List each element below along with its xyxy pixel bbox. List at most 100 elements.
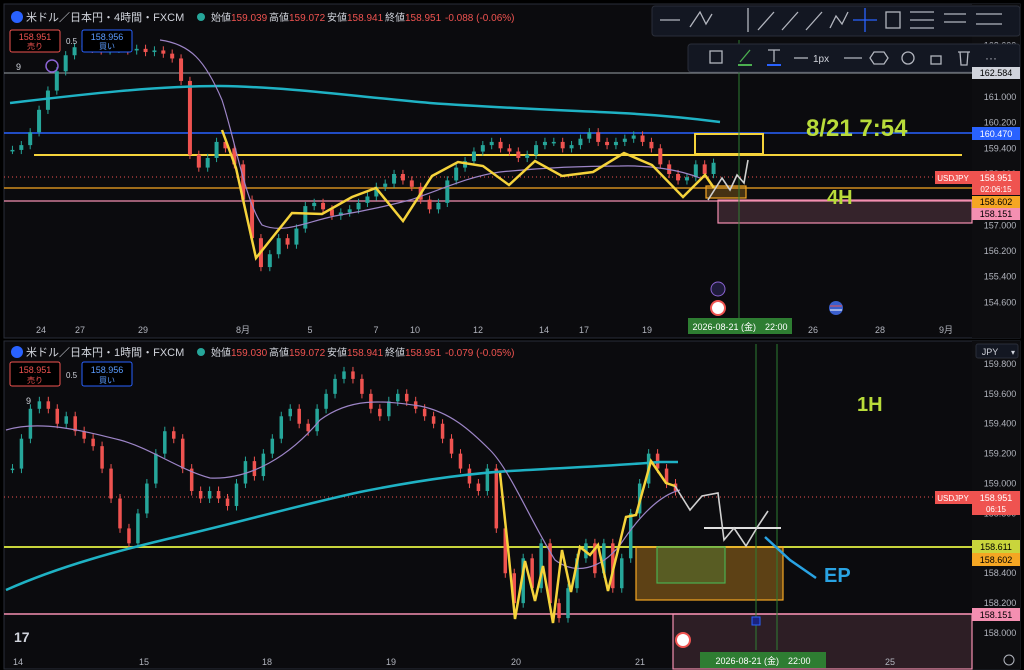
ohlc-close-label-1h: 終値 — [385, 346, 405, 359]
candle-body — [196, 154, 201, 168]
chart-workspace[interactable]: 154.600155.400156.200157.000157.800158.6… — [0, 0, 1024, 670]
svg-text:158.611: 158.611 — [980, 542, 1012, 552]
annotation-1h[interactable]: 1H — [857, 394, 883, 416]
candle-body — [351, 371, 355, 379]
time-tick-label: 14 — [539, 325, 549, 335]
candle-body — [187, 80, 192, 155]
candle — [37, 105, 42, 137]
economic-event-icon[interactable] — [710, 300, 726, 316]
candle-body — [622, 138, 627, 142]
candle-body — [170, 53, 175, 59]
tradingview-logo-icon[interactable]: 17 — [14, 629, 30, 645]
candle-body — [534, 145, 539, 155]
more-icon[interactable]: ··· — [985, 51, 997, 65]
drawing-toolbar[interactable] — [651, 5, 1021, 37]
buy-button-1h[interactable]: 158.956 買い — [81, 361, 133, 387]
time-tick-label: 12 — [473, 325, 483, 335]
candle-body — [64, 416, 68, 424]
candle-body — [369, 393, 373, 409]
ohlc-low: 158.941 — [347, 13, 384, 24]
candle-body — [498, 141, 503, 149]
candle — [19, 434, 24, 474]
candle-body — [557, 603, 561, 619]
lightning-event-icon[interactable] — [710, 281, 726, 297]
candle-body — [587, 132, 592, 139]
sell-button-1h[interactable]: 158.951 売り — [9, 361, 61, 387]
zone-box-green-1h[interactable] — [656, 546, 726, 584]
panel-1h[interactable]: 158.000158.200158.400158.600158.800159.0… — [3, 340, 1021, 670]
candle-body — [476, 483, 481, 492]
candle-body — [270, 438, 275, 454]
candle-body — [136, 513, 140, 544]
ohlc-change-1h: -0.079 (-0.05%) — [445, 348, 514, 359]
candle-body — [179, 58, 184, 81]
us-flag-icon[interactable] — [829, 301, 843, 315]
svg-text:2026-08-21 (金) 22:00: 2026-08-21 (金) 22:00 — [715, 655, 810, 666]
candle-body — [596, 132, 601, 142]
candle — [234, 479, 239, 511]
price-tick-label: 159.400 — [984, 419, 1017, 429]
drawing-settings-toolbar[interactable]: ··· 1px — [687, 43, 1021, 73]
buy-button-4h[interactable]: 158.956 買い — [81, 29, 133, 53]
symbol-header-1h[interactable]: 米ドル／日本円・1時間・FXCM 始値 159.030 高値 159.072 安… — [11, 345, 514, 359]
indicator-count-1h[interactable]: 9 — [26, 396, 31, 406]
price-tick-label: 158.400 — [984, 568, 1017, 578]
candle-body — [676, 174, 681, 181]
candle-body — [396, 393, 400, 402]
stroke-width-value[interactable]: 1px — [813, 54, 829, 65]
symbol-header-4h[interactable]: 米ドル／日本円・4時間・FXCM 始値 159.039 高値 159.072 安… — [11, 10, 514, 24]
indicator-count[interactable]: 9 — [16, 62, 21, 72]
candle — [494, 464, 499, 533]
candle-body — [180, 438, 185, 469]
candle-body — [422, 408, 427, 417]
candle-body — [516, 151, 521, 158]
spread-value: 0.5 — [66, 37, 78, 46]
candle-body — [19, 438, 24, 469]
price-tick-label: 154.600 — [984, 297, 1017, 307]
annotation-ep[interactable]: EP — [824, 565, 851, 587]
time-tick-label: 24 — [36, 325, 46, 335]
candle-body — [205, 157, 210, 168]
ohlc-close-label: 終値 — [385, 11, 405, 24]
candle — [303, 201, 308, 233]
candle-body — [145, 483, 149, 514]
price-tick-label: 159.000 — [984, 479, 1017, 489]
candle-body — [342, 371, 346, 379]
candle-body — [507, 148, 512, 152]
candle-body — [321, 202, 326, 210]
price-tick-label: 160.200 — [984, 118, 1017, 128]
ohlc-open-1h: 159.030 — [231, 348, 268, 359]
time-tick-label: 8月 — [236, 325, 250, 335]
candle-body — [620, 558, 624, 589]
time-tick-label: 9月 — [939, 325, 953, 335]
svg-text:2026-08-21 (金) 22:00: 2026-08-21 (金) 22:00 — [692, 321, 787, 332]
candle-body — [440, 423, 445, 439]
candle-body — [312, 202, 317, 207]
anchor-handle[interactable] — [751, 616, 761, 626]
fxcm-logo-icon — [11, 11, 23, 23]
price-tag-pink: 158.151 — [972, 208, 1020, 220]
candle-body — [73, 416, 77, 432]
annotation-4h[interactable]: 4H — [827, 187, 853, 209]
zone-box-orange[interactable] — [705, 185, 747, 199]
economic-event-icon-1h[interactable] — [675, 632, 691, 648]
candle-body — [392, 174, 397, 184]
candle — [118, 493, 122, 533]
currency-selector[interactable]: JPY ▾ — [975, 343, 1019, 359]
candle-body — [445, 180, 450, 203]
annotation-time[interactable]: 8/21 7:54 — [806, 115, 908, 142]
sell-button-4h[interactable]: 158.951 売り — [9, 29, 61, 53]
candle-body — [333, 378, 337, 394]
ohlc-open-label-1h: 始値 — [211, 346, 231, 359]
buy-label-1h: 買い — [99, 376, 115, 385]
buy-price: 158.956 — [91, 32, 124, 42]
time-tick-label: 10 — [410, 325, 420, 335]
symbol-title-1h[interactable]: 米ドル／日本円・1時間・FXCM — [26, 345, 184, 359]
panel-4h[interactable]: 154.600155.400156.200157.000157.800158.6… — [3, 3, 1021, 339]
candle-body — [37, 401, 42, 409]
candle-body — [605, 141, 610, 146]
symbol-title[interactable]: 米ドル／日本円・4時間・FXCM — [26, 10, 184, 24]
candle-body — [267, 254, 272, 268]
candle-body — [658, 148, 663, 165]
ohlc-close: 158.951 — [405, 13, 442, 24]
